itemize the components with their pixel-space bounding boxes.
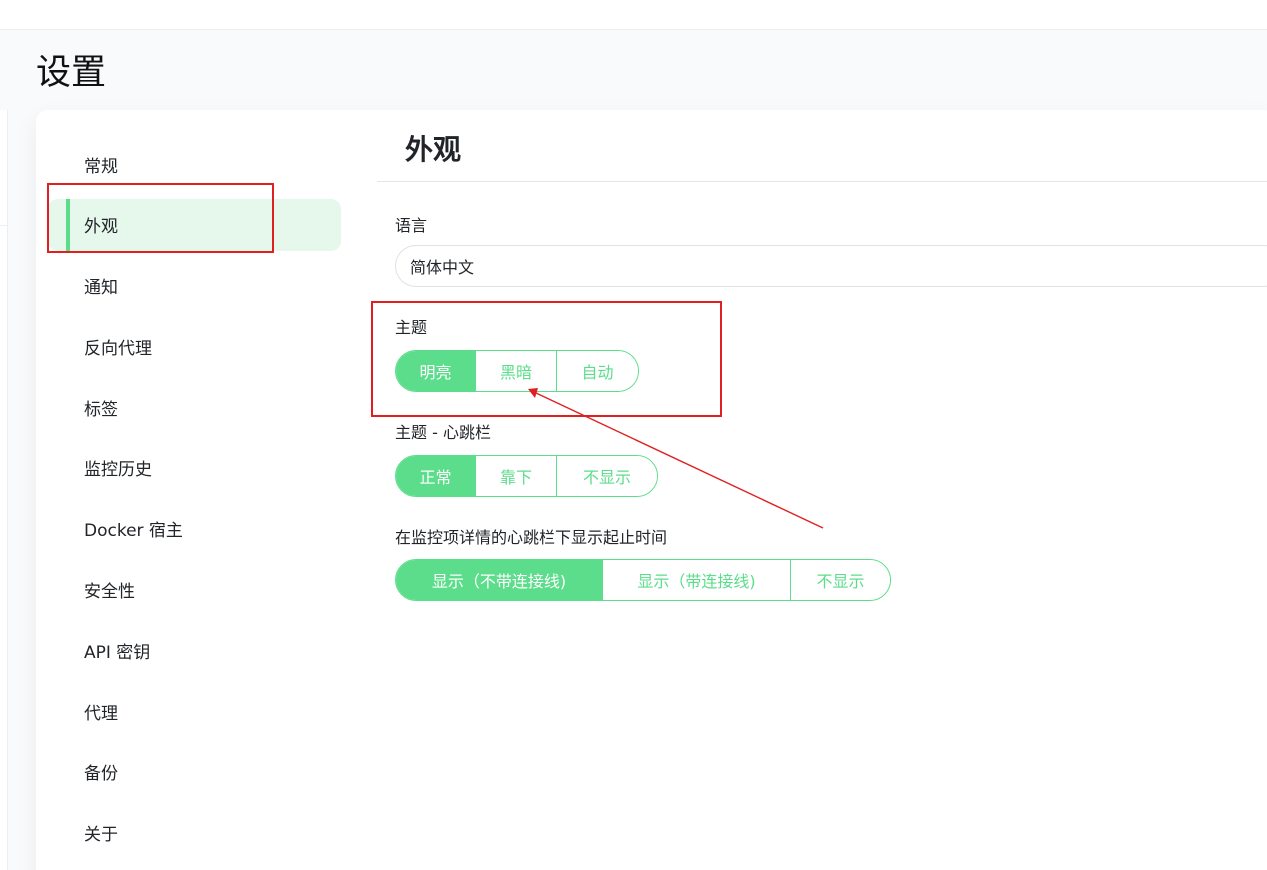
heartbeat-normal-button[interactable]: 正常 [396,456,476,496]
sidebar-item-label: 关于 [84,825,118,846]
sidebar-item-label: Docker 宿主 [84,521,183,542]
sidebar-item-label: 反向代理 [84,338,152,359]
language-value: 简体中文 [410,258,475,277]
sidebar-item-backup[interactable]: 备份 [48,746,341,798]
sidebar-item-docker-hosts[interactable]: Docker 宿主 [48,503,341,555]
sidebar-item-monitor-history[interactable]: 监控历史 [48,442,341,494]
timeline-hide-button[interactable]: 不显示 [791,560,890,600]
sidebar-item-reverse-proxy[interactable]: 反向代理 [48,320,341,372]
sidebar-item-api-keys[interactable]: API 密钥 [48,624,341,676]
sidebar-item-general[interactable]: 常规 [48,138,341,190]
sidebar-item-about[interactable]: 关于 [48,807,341,859]
sidebar-item-notifications[interactable]: 通知 [48,260,341,312]
sidebar-item-label: 备份 [84,764,118,785]
language-select[interactable]: 简体中文 [395,245,1267,287]
theme-label: 主题 [395,318,428,337]
timeline-show-no-connector-button[interactable]: 显示（不带连接线) [396,560,603,600]
timeline-show-with-connector-button[interactable]: 显示（带连接线) [603,560,791,600]
sidebar-item-label: 标签 [84,399,118,420]
sidebar-item-security[interactable]: 安全性 [48,564,341,616]
sidebar-item-label: 常规 [84,156,118,177]
theme-light-button[interactable]: 明亮 [396,351,476,391]
page-title: 设置 [36,53,107,93]
timeline-toggle-group: 显示（不带连接线) 显示（带连接线) 不显示 [395,559,891,601]
left-edge-panel [0,110,8,870]
sidebar-item-label: 代理 [84,703,118,724]
timeline-label: 在监控项详情的心跳栏下显示起止时间 [395,528,668,547]
sidebar-item-label: 监控历史 [84,460,152,481]
section-divider [377,181,1267,182]
sidebar-item-label: 安全性 [84,582,135,603]
heartbeat-bar-toggle-group: 正常 靠下 不显示 [395,455,658,497]
heartbeat-bottom-button[interactable]: 靠下 [476,456,557,496]
language-label: 语言 [395,216,428,235]
sidebar-item-label: API 密钥 [84,642,151,663]
theme-dark-button[interactable]: 黑暗 [476,351,557,391]
top-bar [0,0,1267,30]
sidebar-item-label: 外观 [84,217,118,238]
theme-auto-button[interactable]: 自动 [557,351,638,391]
sidebar-item-appearance[interactable]: 外观 [48,198,341,251]
left-edge-divider [0,225,8,226]
section-title: 外观 [405,133,462,166]
heartbeat-bar-label: 主题 - 心跳栏 [395,423,491,442]
heartbeat-hide-button[interactable]: 不显示 [557,456,657,496]
settings-sidebar: 常规 外观 通知 反向代理 标签 监控历史 Docker 宿主 安全性 API … [48,138,341,868]
sidebar-item-tags[interactable]: 标签 [48,381,341,433]
sidebar-item-proxies[interactable]: 代理 [48,685,341,737]
theme-toggle-group: 明亮 黑暗 自动 [395,350,639,392]
sidebar-item-label: 通知 [84,278,118,299]
